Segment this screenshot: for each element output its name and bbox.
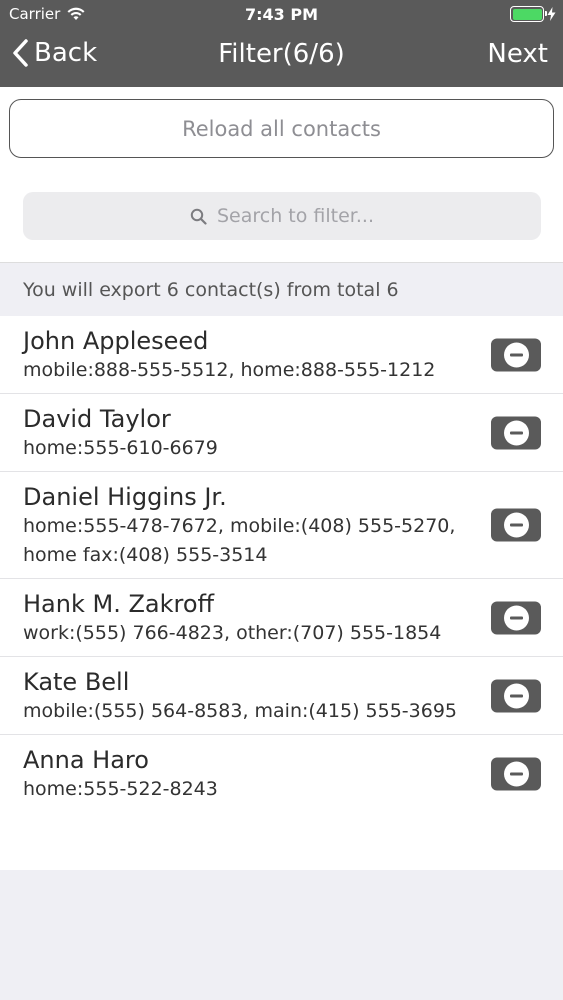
minus-circle-icon: [503, 342, 529, 367]
contact-info: David Taylor home:555-610-6679: [0, 394, 563, 471]
minus-circle-icon: [503, 512, 529, 538]
export-summary: You will export 6 contact(s) from total …: [0, 262, 563, 316]
status-time: 7:43 PM: [244, 5, 318, 24]
minus-circle-icon: [503, 761, 529, 786]
contact-name: Kate Bell: [23, 668, 130, 696]
contact-row: Daniel Higgins Jr. home:555-478-7672, mob…: [0, 472, 563, 579]
contact-info: Kate Bell mobile:(555) 564-8583, main:(41…: [0, 657, 563, 734]
battery-indicator: [510, 6, 556, 22]
search-placeholder: Search to filter...: [216, 205, 374, 227]
contact-row: Kate Bell mobile:(555) 564-8583, main:(41…: [0, 657, 563, 735]
filter-content: Reload all contacts Search to filter... …: [0, 87, 563, 870]
contact-phones: mobile:(555) 564-8583, main:(415) 555-36…: [23, 700, 458, 722]
contact-row: Anna Haro home:555-522-8243: [0, 735, 563, 812]
battery-fill: [512, 8, 542, 20]
search-icon: [190, 208, 207, 225]
minus-circle-icon: [503, 683, 529, 708]
contact-name: Anna Haro: [23, 746, 149, 774]
battery-icon: [510, 6, 547, 22]
contact-name: John Appleseed: [23, 327, 209, 355]
contact-info: Anna Haro home:555-522-8243: [0, 735, 563, 812]
contact-row: John Appleseed mobile:888-555-5512, home:…: [0, 316, 563, 394]
contact-info: Daniel Higgins Jr. home:555-478-7672, mob…: [0, 472, 563, 578]
contact-phones: mobile:888-555-5512, home:888-555-1212: [23, 359, 436, 381]
next-button[interactable]: Next: [487, 39, 548, 69]
minus-circle-icon: [503, 420, 529, 445]
navigation-bar: Back Filter(6/6) Next: [0, 30, 563, 87]
remove-contact-button[interactable]: [491, 508, 541, 542]
contact-phones: home:555-610-6679: [23, 437, 218, 459]
contact-phones: home:555-478-7672, mobile:(408) 555-5270…: [23, 515, 456, 566]
search-input[interactable]: Search to filter...: [23, 192, 541, 240]
contact-row: David Taylor home:555-610-6679: [0, 394, 563, 472]
contact-name: Daniel Higgins Jr.: [23, 483, 227, 511]
remove-contact-button[interactable]: [491, 338, 541, 371]
contact-list: John Appleseed mobile:888-555-5512, home:…: [0, 316, 563, 812]
minus-circle-icon: [503, 605, 529, 630]
contact-name: David Taylor: [23, 405, 171, 433]
contact-phones: home:555-522-8243: [23, 778, 218, 800]
remove-contact-button[interactable]: [491, 679, 541, 712]
status-bar: Carrier 7:43 PM: [0, 0, 563, 30]
contact-info: Hank M. Zakroff work:(555) 766-4823, othe…: [0, 579, 563, 656]
contact-phones: work:(555) 766-4823, other:(707) 555-185…: [23, 622, 442, 644]
remove-contact-button[interactable]: [491, 416, 541, 449]
reload-contacts-button[interactable]: Reload all contacts: [9, 99, 554, 158]
remove-contact-button[interactable]: [491, 601, 541, 634]
page-title: Filter(6/6): [218, 39, 345, 69]
remove-contact-button[interactable]: [491, 757, 541, 790]
top-bar: Carrier 7:43 PM Back Filter(6/6) Next: [0, 0, 563, 87]
contact-info: John Appleseed mobile:888-555-5512, home:…: [0, 316, 563, 393]
contact-row: Hank M. Zakroff work:(555) 766-4823, othe…: [0, 579, 563, 657]
contact-name: Hank M. Zakroff: [23, 590, 215, 618]
charging-bolt-icon: [547, 7, 556, 21]
